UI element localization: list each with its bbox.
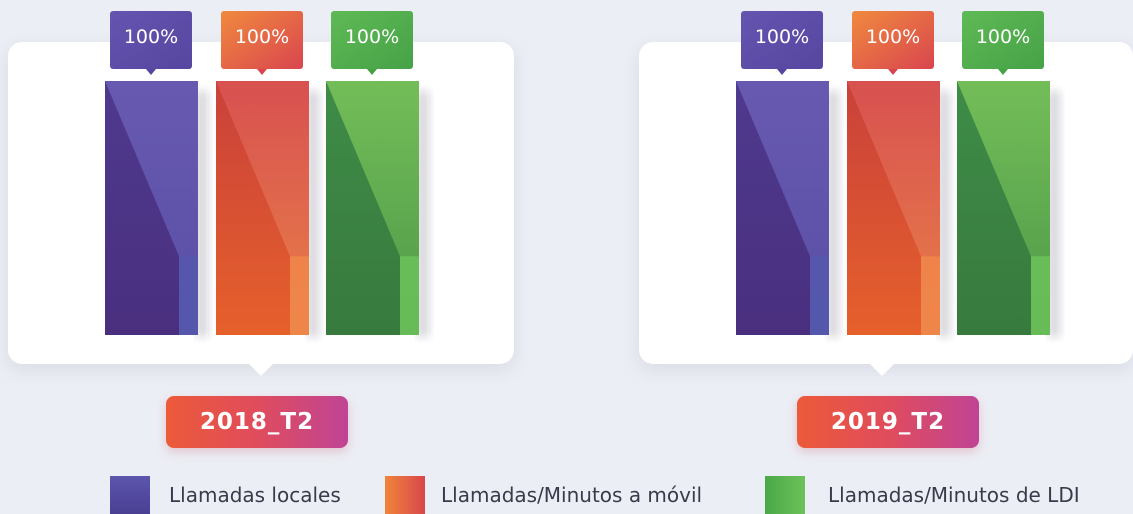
legend-swatch-purple bbox=[110, 476, 150, 514]
bar-edge bbox=[921, 256, 940, 335]
period-badge-2018: 2018_T2 bbox=[166, 396, 348, 448]
value-tag-pointer bbox=[777, 69, 787, 75]
legend-swatch-orange bbox=[385, 476, 425, 514]
legend-label: Llamadas locales bbox=[169, 483, 341, 507]
value-label: 100% bbox=[962, 11, 1044, 75]
value-label-text: 100% bbox=[755, 26, 809, 48]
value-label: 100% bbox=[741, 11, 823, 75]
value-label-text: 100% bbox=[866, 26, 920, 48]
bar-purple bbox=[736, 81, 839, 337]
chart-legend: Llamadas locales Llamadas/Minutos a móvi… bbox=[0, 476, 1133, 514]
bar-edge bbox=[810, 256, 829, 335]
value-tag-pointer bbox=[998, 69, 1008, 75]
period-label: 2019_T2 bbox=[830, 409, 946, 435]
value-label-text: 100% bbox=[976, 26, 1030, 48]
period-label: 2018_T2 bbox=[199, 409, 315, 435]
period-badge-2019: 2019_T2 bbox=[797, 396, 979, 448]
bar-edge bbox=[1031, 256, 1050, 335]
chart-2019-t2: 100% 100% 100% bbox=[736, 11, 1060, 337]
value-label: 100% bbox=[852, 11, 934, 75]
value-tag-pointer bbox=[888, 69, 898, 75]
legend-label: Llamadas/Minutos a móvil bbox=[441, 483, 703, 507]
bar-orange bbox=[847, 81, 950, 337]
bar-green bbox=[957, 81, 1060, 337]
legend-label: Llamadas/Minutos de LDI bbox=[828, 483, 1080, 507]
legend-swatch-green bbox=[765, 476, 805, 514]
